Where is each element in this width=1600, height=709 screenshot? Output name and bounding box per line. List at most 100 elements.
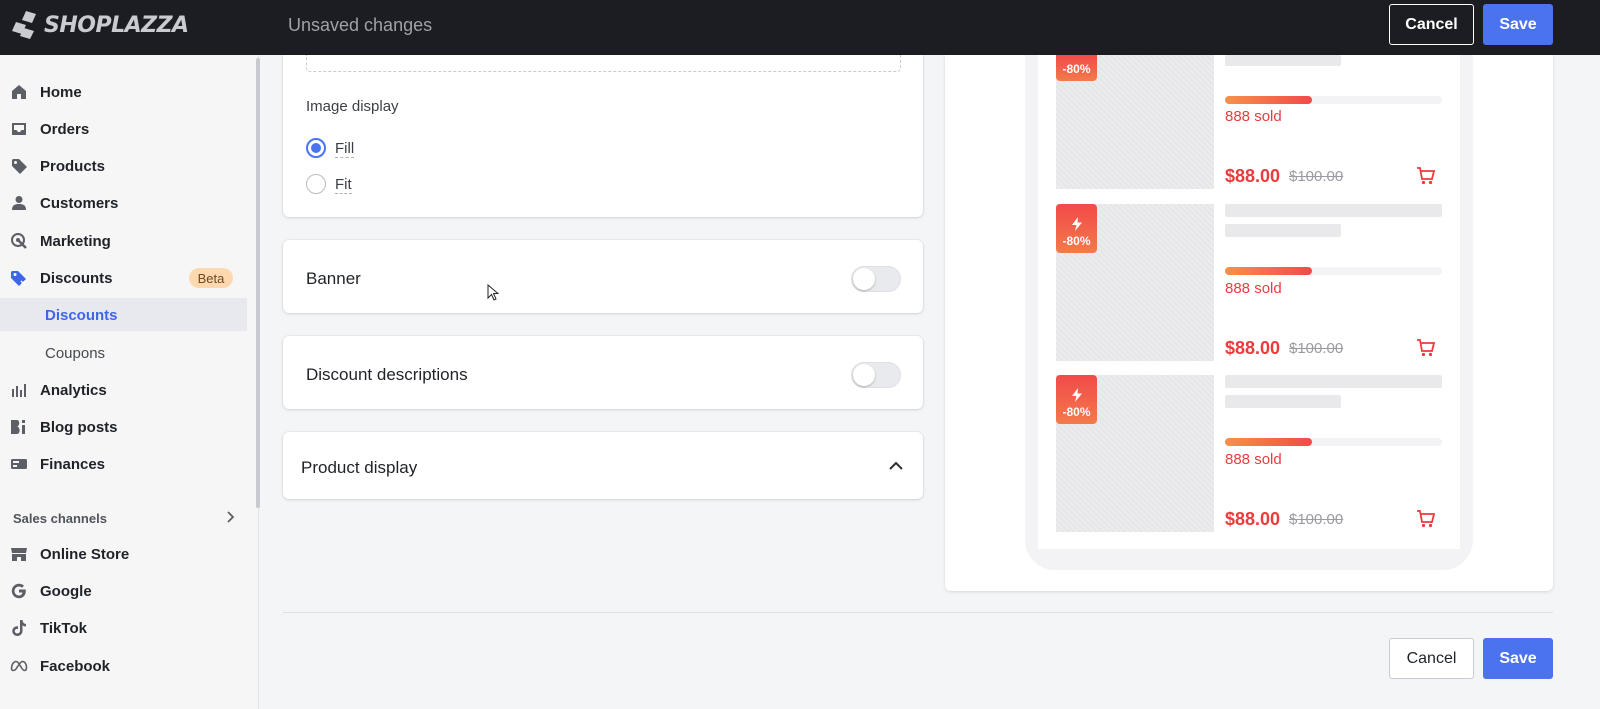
banner-card (283, 240, 923, 313)
sidebar-item-home[interactable]: Home (0, 75, 247, 108)
shoplazza-logo-icon (12, 11, 36, 39)
sidebar-channel-tiktok[interactable]: TikTok (0, 611, 247, 644)
sales-channels-label: Sales channels (13, 511, 107, 526)
sidebar-scrollbar[interactable] (256, 58, 260, 508)
image-display-label: Image display (306, 98, 399, 115)
fill-radio[interactable] (306, 138, 326, 158)
sidebar-item-label: Home (40, 84, 82, 101)
unsaved-status: Unsaved changes (288, 15, 433, 35)
sale-price: $88.00 (1225, 338, 1281, 358)
discount-tag-icon (11, 271, 26, 286)
title-placeholder (1225, 395, 1341, 408)
progress-fill (1225, 267, 1312, 275)
top-cancel-button[interactable]: Cancel (1389, 4, 1474, 45)
lightning-icon (1071, 217, 1082, 231)
blog-icon (11, 420, 25, 434)
discount-badge: -80% (1056, 375, 1097, 424)
discount-badge: -80% (1056, 204, 1097, 253)
finance-icon (11, 459, 27, 469)
cart-icon[interactable] (1416, 338, 1436, 358)
sidebar-item-label: Google (40, 583, 92, 600)
sidebar-channel-online-store[interactable]: Online Store (0, 537, 247, 570)
fit-radio-label[interactable]: Fit (335, 176, 352, 194)
sidebar-item-label: Customers (40, 195, 119, 212)
sold-count: 888 sold (1225, 108, 1282, 125)
discount-badge: -80% (1056, 55, 1097, 81)
sale-price: $88.00 (1225, 166, 1281, 186)
chevron-right-icon[interactable] (223, 510, 237, 524)
beta-badge: Beta (189, 268, 233, 288)
product-display-title: Product display (301, 458, 418, 477)
sidebar-item-label: Blog posts (40, 419, 118, 436)
sidebar-item-label: Coupons (45, 345, 106, 362)
mouse-cursor-icon (487, 284, 499, 301)
progress-fill (1225, 96, 1312, 104)
sidebar-subitem-coupons[interactable]: Coupons (0, 336, 247, 369)
cart-icon[interactable] (1416, 166, 1436, 186)
original-price: $100.00 (1289, 168, 1344, 185)
top-save-button[interactable]: Save (1483, 4, 1553, 45)
sidebar-item-orders[interactable]: Orders (0, 112, 247, 145)
discount-badge-text: -80% (1062, 62, 1091, 76)
sidebar-item-marketing[interactable]: Marketing (0, 224, 247, 257)
banner-toggle[interactable] (851, 266, 901, 292)
sidebar-item-label: Discounts (45, 307, 118, 324)
sidebar-channel-google[interactable]: Google (0, 574, 247, 607)
cart-icon[interactable] (1416, 509, 1436, 529)
sold-count: 888 sold (1225, 451, 1282, 468)
sold-progress-bar (1225, 96, 1442, 104)
sidebar-item-label: Orders (40, 121, 90, 138)
tiktok-icon (12, 620, 26, 636)
sale-price: $88.00 (1225, 509, 1281, 529)
sidebar-subitem-discounts[interactable]: Discounts (0, 298, 247, 331)
sold-progress-bar (1225, 438, 1442, 446)
sidebar-item-label: Discounts (40, 270, 113, 287)
inbox-icon (12, 123, 26, 135)
sidebar-item-label: Products (40, 158, 106, 175)
sidebar-item-label: Online Store (40, 546, 130, 563)
sidebar-item-blog-posts[interactable]: Blog posts (0, 410, 247, 443)
sidebar-item-analytics[interactable]: Analytics (0, 373, 247, 406)
target-icon (11, 233, 27, 249)
sidebar-item-products[interactable]: Products (0, 149, 247, 182)
sidebar-item-label: Analytics (40, 382, 107, 399)
brand-name: SHOPLAZZA (44, 12, 189, 38)
title-placeholder (1225, 224, 1341, 237)
image-settings-card (283, 55, 923, 217)
lightning-icon (1071, 388, 1082, 402)
chevron-up-icon[interactable] (888, 458, 904, 474)
footer-divider (283, 612, 1553, 613)
fit-radio[interactable] (306, 174, 326, 194)
sold-count: 888 sold (1225, 280, 1282, 297)
banner-title: Banner (306, 269, 361, 288)
tag-icon (12, 159, 27, 174)
sidebar-item-label: TikTok (40, 620, 87, 637)
discount-badge-text: -80% (1062, 234, 1091, 248)
sidebar-item-customers[interactable]: Customers (0, 186, 247, 219)
top-bar: SHOPLAZZA Unsaved changes Cancel Save (0, 0, 1600, 55)
footer-save-button[interactable]: Save (1483, 638, 1553, 679)
original-price: $100.00 (1289, 340, 1344, 357)
home-icon (12, 85, 26, 99)
sidebar-item-finances[interactable]: Finances (0, 447, 247, 480)
fill-radio-label[interactable]: Fill (335, 140, 355, 158)
discount-badge-text: -80% (1062, 405, 1091, 419)
title-placeholder (1225, 375, 1442, 388)
sold-progress-bar (1225, 267, 1442, 275)
image-upload-area[interactable] (306, 55, 901, 72)
sidebar-item-label: Facebook (40, 658, 111, 675)
brand-logo[interactable]: SHOPLAZZA (12, 10, 189, 40)
discount-descriptions-title: Discount descriptions (306, 365, 468, 384)
footer-cancel-button[interactable]: Cancel (1389, 638, 1474, 679)
sidebar-item-discounts[interactable]: Discounts Beta (0, 261, 247, 294)
original-price: $100.00 (1289, 511, 1344, 528)
person-icon (12, 196, 26, 210)
meta-icon (10, 660, 28, 672)
sidebar-item-label: Marketing (40, 233, 111, 250)
progress-fill (1225, 438, 1312, 446)
sidebar-channel-facebook[interactable]: Facebook (0, 649, 247, 682)
title-placeholder (1225, 55, 1341, 66)
bar-chart-icon (12, 384, 26, 397)
discount-descriptions-toggle[interactable] (851, 362, 901, 388)
sidebar-item-label: Finances (40, 456, 106, 473)
